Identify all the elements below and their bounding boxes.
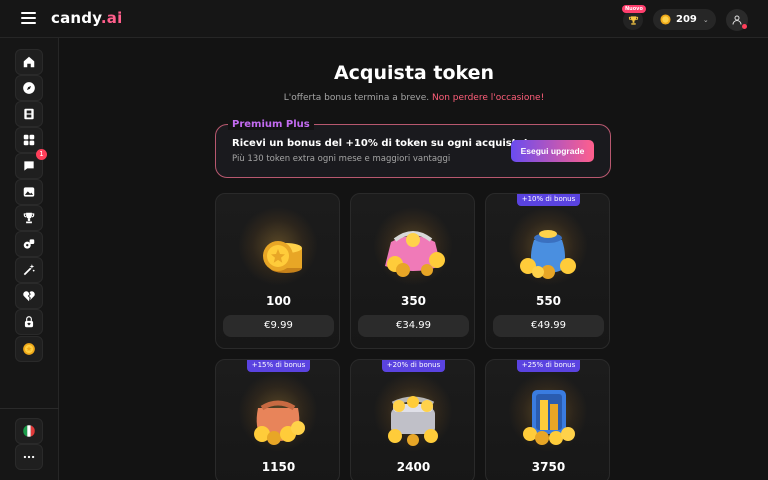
bonus-badge: +15% di bonus [247,360,310,372]
coin-stack-icon [263,241,302,273]
trophy-icon [23,212,35,224]
token-pack-100[interactable]: 100 €9.99 [215,193,340,349]
token-pack-550[interactable]: +10% di bonus 550 €49.99 [485,193,610,349]
sidebar-item-gifts[interactable] [15,231,43,257]
token-pack-3750[interactable]: +25% di bonus 3750 [485,359,610,480]
trophy-icon [628,15,638,25]
premium-subtext: Più 130 token extra ogni mese e maggiori… [232,154,451,164]
magic-wand-icon [23,264,35,276]
token-balance-button[interactable]: 209 ⌄ [653,9,716,30]
sidebar-item-videos[interactable] [15,101,43,127]
pack-amount: 100 [265,294,292,308]
bonus-badge: +10% di bonus [517,194,580,206]
pack-amount: 1150 [261,460,296,474]
compass-icon [23,82,35,94]
bonus-badge: +25% di bonus [517,360,580,372]
sidebar-item-rewards[interactable] [15,205,43,231]
gift-icon [23,239,35,249]
token-pack-350[interactable]: 350 €34.99 [350,193,475,349]
grid-icon [23,134,35,146]
pack-amount: 2400 [396,460,431,474]
profile-button[interactable] [726,9,748,31]
bonus-badge: +20% di bonus [382,360,445,372]
pack-price-button[interactable]: €34.99 [358,315,469,337]
sidebar-item-private[interactable] [15,309,43,335]
chat-icon [24,161,34,171]
leaderboard-button[interactable] [623,10,643,30]
sidebar-item-home[interactable] [15,49,43,75]
pack-amount: 550 [535,294,562,308]
upgrade-button[interactable]: Esegui upgrade [511,140,594,162]
broken-heart-icon [23,291,35,302]
new-badge: Nuovo [622,5,646,13]
token-pack-2400[interactable]: +20% di bonus 2400 [350,359,475,480]
home-icon [23,56,35,68]
logo[interactable]: candy.ai [51,9,122,27]
more-button[interactable] [15,444,43,470]
sidebar-item-chat[interactable]: 1 [15,149,47,179]
coin-chest-icon [388,396,438,446]
sidebar-divider [0,408,59,409]
sidebar-item-gallery[interactable] [15,179,43,205]
chevron-down-icon: ⌄ [702,15,709,24]
sidebar-item-tokens[interactable] [15,336,43,362]
sidebar-item-explore[interactable] [15,75,43,101]
coin-icon [660,14,671,25]
premium-plus-banner: Premium Plus Ricevi un bonus del +10% di… [215,119,611,178]
sidebar-item-generate[interactable] [15,257,43,283]
token-pack-1150[interactable]: +15% di bonus 1150 [215,359,340,480]
premium-headline: Ricevi un bonus del +10% di token su ogn… [232,138,528,149]
more-dots-icon [23,455,35,459]
menu-icon[interactable] [21,12,36,24]
language-selector[interactable] [15,418,43,444]
image-gallery-icon [23,187,35,197]
notification-dot [742,24,747,29]
token-count: 209 [676,14,697,25]
lock-heart-icon [24,316,34,328]
sidebar-item-breakups[interactable] [15,283,43,309]
coin-sack-icon [254,400,305,445]
coin-vault-icon [523,390,575,445]
top-bar: candy.ai Nuovo 209 ⌄ [0,0,768,38]
user-icon [732,15,742,25]
premium-tag: Premium Plus [228,119,314,130]
pack-price-button[interactable]: €49.99 [493,315,604,337]
page-subtitle: L'offerta bonus termina a breve. Non per… [283,93,545,103]
italy-flag-icon [23,425,35,437]
pack-amount: 3750 [531,460,566,474]
film-icon [24,108,34,120]
coin-bag-icon [520,230,576,279]
coin-icon [23,343,35,355]
pack-amount: 350 [400,294,427,308]
pack-price-button[interactable]: €9.99 [223,315,334,337]
sidebar: 1 [0,38,59,480]
coin-purse-icon [385,231,445,277]
page-title: Acquista token [333,62,495,84]
chat-unread-badge: 1 [36,149,47,160]
